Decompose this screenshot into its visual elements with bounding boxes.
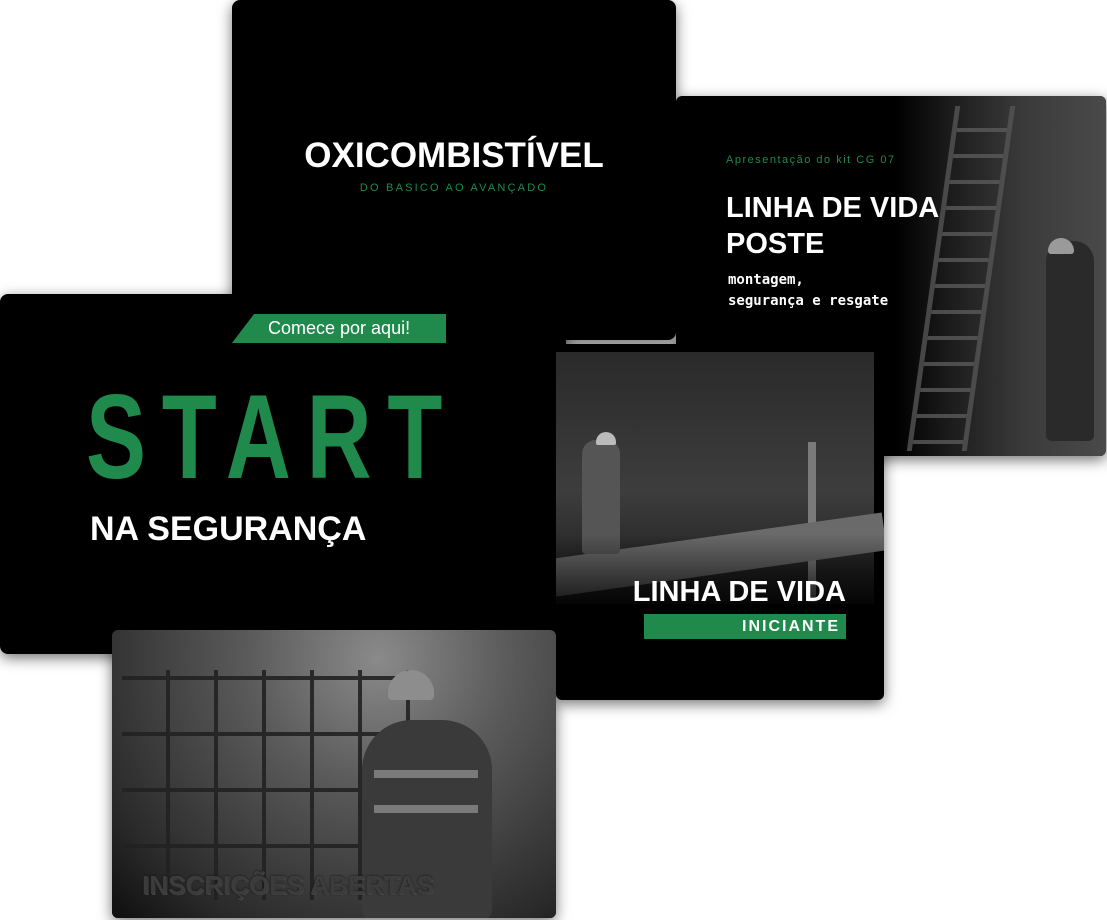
start-here-ribbon: Comece por aqui! (232, 314, 446, 343)
course-subtitle: DO BASICO AO AVANÇADO (359, 182, 549, 194)
ribbon-label: Comece por aqui! (268, 318, 411, 338)
course-card-linha-de-vida-iniciante[interactable]: LINHA DE VIDA INICIANTE (556, 344, 884, 700)
course-title: LINHA DE VIDA (632, 576, 846, 608)
subtitle-line-2: segurança e resgate (728, 293, 889, 309)
helmet-icon (596, 432, 616, 445)
vest-stripe (374, 770, 478, 778)
subtitle-line-1: montagem, (728, 272, 804, 288)
course-card-oxicombistivel[interactable]: OXICOMBISTÍVEL DO BASICO AO AVANÇADO (232, 0, 676, 340)
worker-figure (1046, 241, 1094, 441)
enrollment-label: INSCRIÇÕES ABERTAS (142, 870, 434, 900)
start-subheadline: NA SEGURANÇA (90, 510, 367, 548)
course-card-inscricoes-abertas[interactable]: INSCRIÇÕES ABERTAS (112, 630, 556, 918)
course-subtitle: montagem, segurança e resgate (728, 270, 888, 312)
course-title: OXICOMBISTÍVEL (304, 136, 604, 175)
start-headline: START (86, 370, 459, 504)
level-badge: INICIANTE (644, 614, 846, 639)
course-card-start-na-seguranca[interactable]: Comece por aqui! START NA SEGURANÇA (0, 294, 566, 654)
course-title: LINHA DE VIDA POSTE (726, 192, 939, 260)
course-kicker: Apresentação do kit CG 07 (726, 154, 896, 166)
vest-stripe (374, 805, 478, 813)
